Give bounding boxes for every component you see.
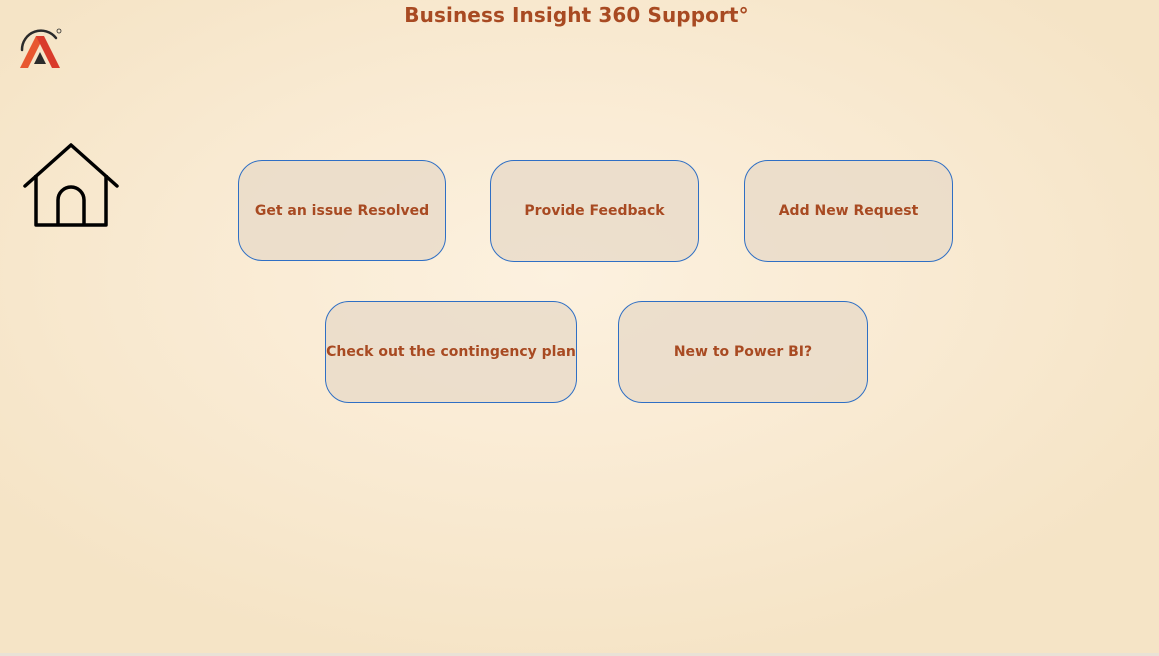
home-icon[interactable] (20, 140, 122, 230)
tile-label: Provide Feedback (524, 203, 665, 219)
tile-label: Get an issue Resolved (254, 202, 430, 219)
page-title: Business Insight 360 Support° (404, 3, 749, 27)
get-issue-resolved-button[interactable]: Get an issue Resolved (238, 160, 446, 261)
new-to-power-bi-button[interactable]: New to Power BI? (618, 301, 868, 403)
company-logo-icon (16, 24, 64, 72)
contingency-plan-button[interactable]: Check out the contingency plan (325, 301, 577, 403)
add-new-request-button[interactable]: Add New Request (744, 160, 953, 262)
tile-label: Add New Request (778, 203, 919, 219)
tile-label: New to Power BI? (673, 344, 813, 360)
tile-label: Check out the contingency plan (326, 344, 576, 360)
provide-feedback-button[interactable]: Provide Feedback (490, 160, 699, 262)
